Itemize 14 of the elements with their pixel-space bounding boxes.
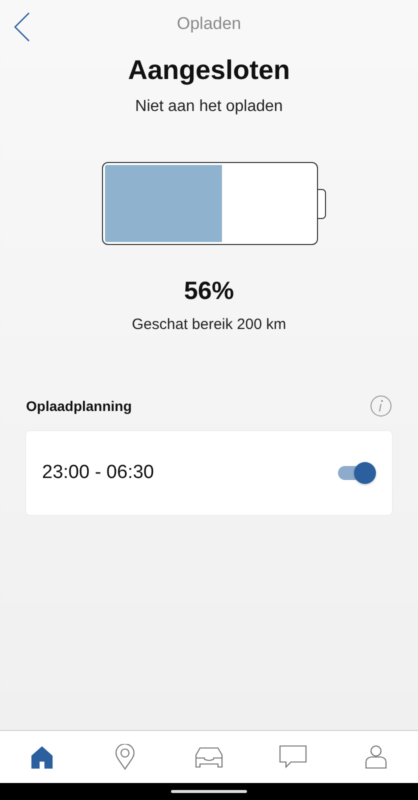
header-title: Opladen — [176, 14, 242, 34]
battery-percentage: 56% — [184, 277, 234, 306]
chat-bubble-icon — [278, 745, 307, 769]
profile-icon — [365, 745, 388, 769]
schedule-time: 23:00 - 06:30 — [42, 462, 154, 484]
section-heading: Oplaadplanning — [26, 398, 132, 414]
schedule-toggle[interactable] — [336, 461, 376, 485]
info-icon[interactable] — [370, 395, 392, 417]
home-icon — [30, 745, 54, 769]
charging-status: Niet aan het opladen — [135, 98, 283, 116]
car-icon — [192, 745, 225, 769]
location-pin-icon — [115, 744, 136, 770]
connection-status: Aangesloten — [128, 55, 290, 86]
estimated-range: Geschat bereik 200 km — [132, 316, 286, 333]
